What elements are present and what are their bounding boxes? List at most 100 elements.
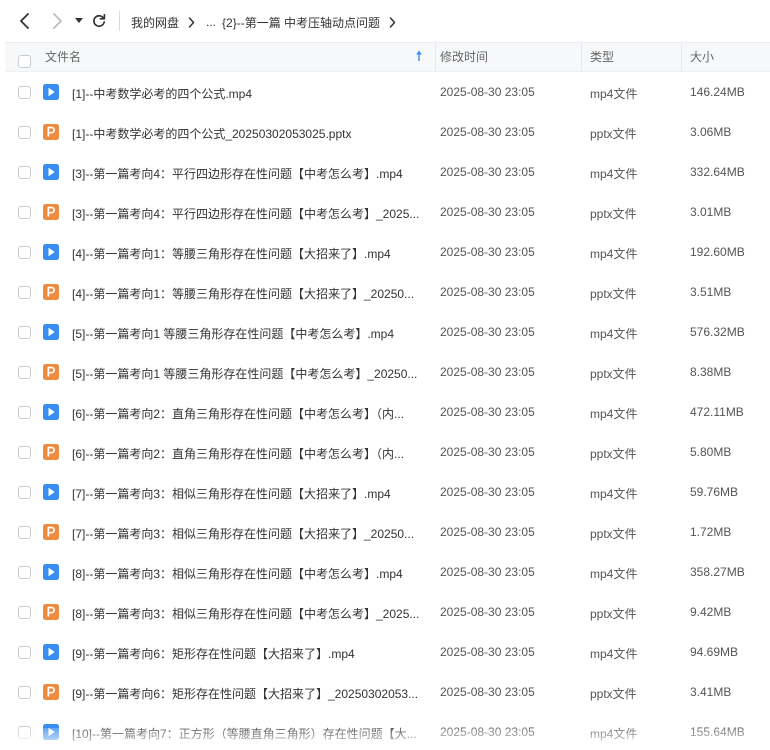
file-modified-time: 2025-08-30 23:05 [440, 125, 535, 139]
file-type: pptx文件 [590, 367, 637, 381]
row-checkbox[interactable] [18, 286, 31, 299]
file-type: mp4文件 [590, 487, 638, 501]
file-row[interactable]: [5]--第一篇考向1 等腰三角形存在性问题【中考怎么考】.mp4 2025-08… [5, 312, 770, 352]
file-row[interactable]: [8]--第一篇考向3：相似三角形存在性问题【中考怎么考】.mp4 2025-08… [5, 552, 770, 592]
file-name: [10]--第一篇考向7：正方形（等腰直角三角形）存在性问题【大... [72, 727, 417, 741]
file-row[interactable]: [4]--第一篇考向1：等腰三角形存在性问题【大招来了】_20250... 202… [5, 272, 770, 312]
file-row[interactable]: [8]--第一篇考向3：相似三角形存在性问题【中考怎么考】_2025... 202… [5, 592, 770, 632]
row-checkbox[interactable] [18, 686, 31, 699]
breadcrumb-root[interactable]: 我的网盘 [131, 14, 179, 31]
file-row[interactable]: [1]--中考数学必考的四个公式.mp4 2025-08-30 23:05 mp4文… [5, 72, 770, 112]
back-button[interactable] [14, 8, 36, 34]
file-name: [6]--第一篇考向2：直角三角形存在性问题【中考怎么考】（内... [72, 407, 405, 421]
file-modified-time: 2025-08-30 23:05 [440, 525, 535, 539]
navigation-bar: 我的网盘 ... {2}--第一篇 中考压轴动点问题 [0, 0, 770, 42]
file-row[interactable]: [6]--第一篇考向2：直角三角形存在性问题【中考怎么考】（内... 2025-0… [5, 432, 770, 472]
file-size: 3.41MB [690, 685, 732, 699]
file-row[interactable]: [9]--第一篇考向6：矩形存在性问题【大招来了】.mp4 2025-08-30 … [5, 632, 770, 672]
file-row[interactable]: [7]--第一篇考向3：相似三角形存在性问题【大招来了】_20250... 202… [5, 512, 770, 552]
file-row[interactable]: [5]--第一篇考向1 等腰三角形存在性问题【中考怎么考】_20250... 20… [5, 352, 770, 392]
file-type: pptx文件 [590, 687, 637, 701]
sort-asc-arrow-icon[interactable] [415, 50, 423, 65]
file-type: pptx文件 [590, 287, 637, 301]
file-type: mp4文件 [590, 407, 638, 421]
row-checkbox[interactable] [18, 726, 31, 739]
pptx-file-icon [43, 364, 59, 380]
file-size: 146.24MB [690, 85, 745, 99]
file-size: 94.69MB [690, 645, 739, 659]
file-name: [7]--第一篇考向3：相似三角形存在性问题【大招来了】_20250... [72, 527, 415, 541]
row-checkbox[interactable] [18, 326, 31, 339]
row-checkbox[interactable] [18, 486, 31, 499]
column-divider[interactable] [681, 43, 682, 71]
row-checkbox[interactable] [18, 366, 31, 379]
file-modified-time: 2025-08-30 23:05 [440, 685, 535, 699]
select-all-checkbox-cell [18, 50, 31, 68]
refresh-icon [93, 14, 106, 28]
file-modified-time: 2025-08-30 23:05 [440, 285, 535, 299]
breadcrumb-current-folder[interactable]: {2}--第一篇 中考压轴动点问题 [222, 14, 380, 31]
file-size: 332.64MB [690, 165, 745, 179]
file-name: [5]--第一篇考向1 等腰三角形存在性问题【中考怎么考】_20250... [72, 367, 418, 381]
file-size: 5.80MB [690, 445, 732, 459]
forward-button[interactable] [46, 8, 68, 34]
file-row[interactable]: [9]--第一篇考向6：矩形存在性问题【大招来了】_20250302053...… [5, 672, 770, 712]
file-type: mp4文件 [590, 647, 638, 661]
row-checkbox[interactable] [18, 246, 31, 259]
file-modified-time: 2025-08-30 23:05 [440, 165, 535, 179]
file-size: 9.42MB [690, 605, 732, 619]
video-file-icon [43, 404, 59, 420]
header-modified-time[interactable]: 修改时间 [440, 43, 488, 71]
file-row[interactable]: [4]--第一篇考向1：等腰三角形存在性问题【大招来了】.mp4 2025-08-… [5, 232, 770, 272]
column-divider[interactable] [581, 43, 582, 71]
header-name[interactable]: 文件名 [45, 43, 435, 71]
header-size[interactable]: 大小 [690, 43, 714, 71]
file-row[interactable]: [10]--第一篇考向7：正方形（等腰直角三角形）存在性问题【大... 2025-… [5, 712, 770, 750]
history-dropdown-button[interactable] [72, 8, 86, 34]
file-modified-time: 2025-08-30 23:05 [440, 405, 535, 419]
file-name: [1]--中考数学必考的四个公式.mp4 [72, 87, 253, 101]
file-size: 1.72MB [690, 525, 732, 539]
row-checkbox[interactable] [18, 126, 31, 139]
row-checkbox[interactable] [18, 646, 31, 659]
file-row[interactable]: [7]--第一篇考向3：相似三角形存在性问题【大招来了】.mp4 2025-08-… [5, 472, 770, 512]
row-checkbox[interactable] [18, 406, 31, 419]
row-checkbox[interactable] [18, 446, 31, 459]
file-type: pptx文件 [590, 527, 637, 541]
file-row[interactable]: [1]--中考数学必考的四个公式_20250302053025.pptx 2025… [5, 112, 770, 152]
file-row[interactable]: [3]--第一篇考向4：平行四边形存在性问题【中考怎么考】.mp4 2025-08… [5, 152, 770, 192]
file-row[interactable]: [6]--第一篇考向2：直角三角形存在性问题【中考怎么考】（内... 2025-0… [5, 392, 770, 432]
pptx-file-icon [43, 524, 59, 540]
file-size: 576.32MB [690, 325, 745, 339]
chevron-right-icon [188, 16, 195, 28]
file-name: [7]--第一篇考向3：相似三角形存在性问题【大招来了】.mp4 [72, 487, 391, 501]
row-checkbox[interactable] [18, 206, 31, 219]
pptx-file-icon [43, 204, 59, 220]
row-checkbox[interactable] [18, 606, 31, 619]
row-checkbox[interactable] [18, 166, 31, 179]
file-size: 3.06MB [690, 125, 732, 139]
row-checkbox[interactable] [18, 526, 31, 539]
refresh-button[interactable] [88, 8, 110, 34]
file-type: pptx文件 [590, 447, 637, 461]
header-type[interactable]: 类型 [590, 43, 614, 71]
row-checkbox[interactable] [18, 566, 31, 579]
file-size: 472.11MB [690, 405, 744, 419]
breadcrumb-ellipsis[interactable]: ... [206, 15, 216, 29]
column-divider[interactable] [435, 43, 436, 71]
file-name: [8]--第一篇考向3：相似三角形存在性问题【中考怎么考】_2025... [72, 607, 420, 621]
file-modified-time: 2025-08-30 23:05 [440, 645, 535, 659]
video-file-icon [43, 164, 59, 180]
file-row[interactable]: [3]--第一篇考向4：平行四边形存在性问题【中考怎么考】_2025... 202… [5, 192, 770, 232]
pptx-file-icon [43, 124, 59, 140]
file-modified-time: 2025-08-30 23:05 [440, 725, 535, 739]
select-all-checkbox[interactable] [18, 55, 31, 68]
file-type: pptx文件 [590, 127, 637, 141]
row-checkbox[interactable] [18, 86, 31, 99]
video-file-icon [43, 324, 59, 340]
file-type: mp4文件 [590, 567, 638, 581]
file-modified-time: 2025-08-30 23:05 [440, 205, 535, 219]
video-file-icon [43, 84, 59, 100]
file-modified-time: 2025-08-30 23:05 [440, 445, 535, 459]
chevron-right-icon [389, 16, 396, 28]
